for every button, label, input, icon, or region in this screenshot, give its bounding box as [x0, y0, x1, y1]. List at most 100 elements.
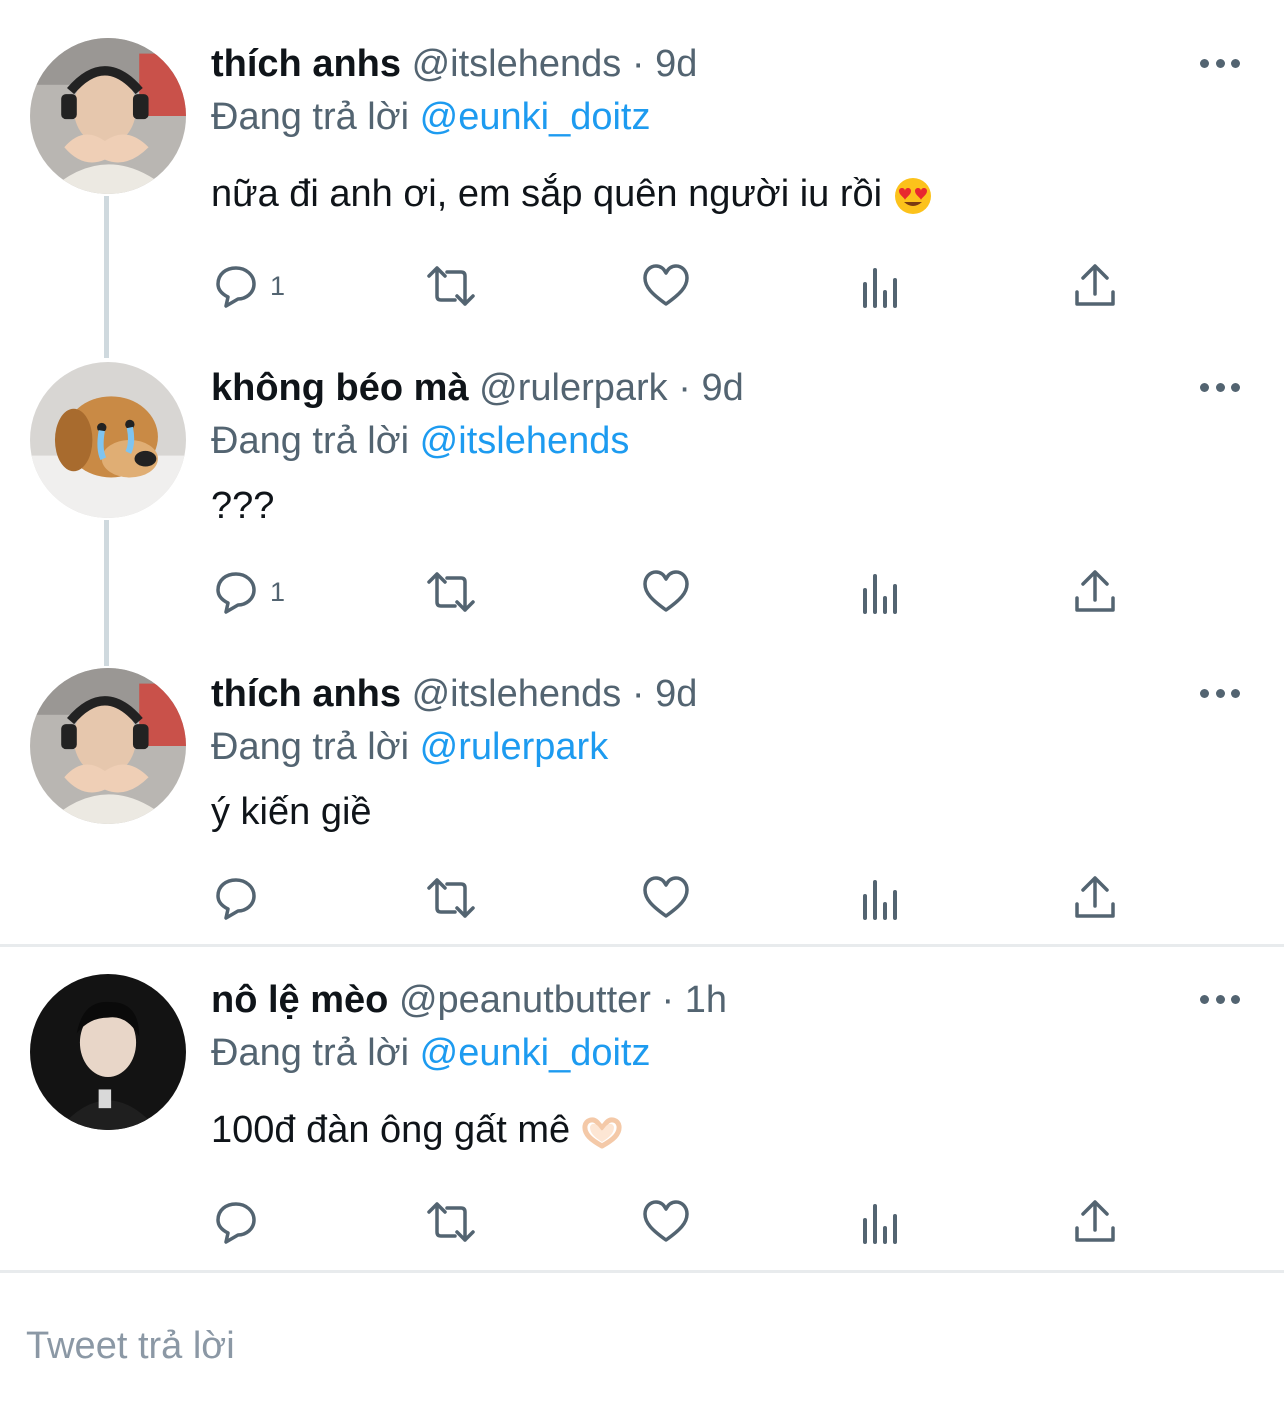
timestamp[interactable]: 9d: [655, 43, 697, 85]
reply-icon: [216, 266, 256, 308]
views-button[interactable]: [857, 256, 905, 316]
replying-to-label: Đang trả lời: [211, 1032, 410, 1074]
display-name[interactable]: nô lệ mèo: [211, 979, 388, 1021]
timestamp[interactable]: 1h: [685, 979, 727, 1021]
tweet-text: nữa đi anh ơi, em sắp quên người iu rồi: [211, 170, 933, 218]
username[interactable]: @peanutbutter: [399, 979, 651, 1021]
display-name[interactable]: thích anhs: [211, 673, 401, 715]
tweet-header: thích anhs @itslehends · 9d: [211, 670, 697, 718]
separator: ·: [631, 673, 645, 715]
share-button[interactable]: [1071, 256, 1119, 316]
avatar[interactable]: [30, 974, 186, 1130]
reply-button[interactable]: 1: [212, 256, 285, 316]
heart-icon: [643, 264, 689, 306]
like-button[interactable]: [642, 1192, 690, 1252]
separator: ·: [678, 367, 691, 409]
retweet-button[interactable]: [427, 562, 475, 622]
mention-link[interactable]: @eunki_doitz: [420, 1032, 651, 1074]
mention-link[interactable]: @eunki_doitz: [420, 96, 651, 138]
mention-link[interactable]: @itslehends: [420, 420, 630, 462]
heart-icon: [643, 1200, 689, 1242]
heart-icon: [643, 570, 689, 612]
replying-to: Đang trả lời @rulerpark: [211, 723, 608, 771]
tweet-header: thích anhs @itslehends · 9d: [211, 40, 697, 88]
reply-compose-input[interactable]: Tweet trả lời: [26, 1322, 235, 1370]
replying-to: Đang trả lời @eunki_doitz: [211, 93, 651, 141]
analytics-icon: [863, 574, 897, 614]
reply-button[interactable]: 1: [212, 562, 285, 622]
heart-icon: [643, 876, 689, 918]
username[interactable]: @rulerpark: [479, 367, 668, 409]
retweet-button[interactable]: [427, 868, 475, 928]
share-icon: [1075, 570, 1115, 612]
more-options-icon[interactable]: [1200, 678, 1240, 708]
tweet-text: ???: [211, 482, 274, 530]
tweet[interactable]: thích anhs @itslehends · 9d Đang trả lời…: [0, 0, 1284, 340]
tweet[interactable]: không béo mà @rulerpark · 9d Đang trả lờ…: [0, 324, 1284, 644]
reply-icon: [216, 572, 256, 614]
crying-dog-avatar-image: [30, 362, 186, 518]
timestamp[interactable]: 9d: [701, 367, 743, 409]
analytics-icon: [863, 1204, 897, 1244]
tweet-text-body: nữa đi anh ơi, em sắp quên người iu rồi: [211, 173, 883, 215]
like-button[interactable]: [642, 256, 690, 316]
share-button[interactable]: [1071, 562, 1119, 622]
display-name[interactable]: thích anhs: [211, 43, 401, 85]
timestamp[interactable]: 9d: [655, 673, 697, 715]
views-button[interactable]: [857, 562, 905, 622]
tweet[interactable]: thích anhs @itslehends · 9d Đang trả lời…: [0, 630, 1284, 946]
heart-hands-emoji: [582, 1117, 622, 1149]
tweet-text: ý kiến giề: [211, 788, 372, 836]
reply-icon: [216, 878, 256, 920]
replying-to-label: Đang trả lời: [211, 420, 410, 462]
username[interactable]: @itslehends: [412, 673, 622, 715]
avatar[interactable]: [30, 362, 186, 518]
tweet-actions: 1: [0, 256, 1284, 316]
like-button[interactable]: [642, 562, 690, 622]
heart-eyes-emoji: [894, 177, 931, 214]
like-button[interactable]: [642, 868, 690, 928]
views-button[interactable]: [857, 1192, 905, 1252]
replying-to-label: Đang trả lời: [211, 726, 410, 768]
retweet-icon: [427, 1202, 475, 1242]
replying-to: Đang trả lời @itslehends: [211, 417, 629, 465]
avatar[interactable]: [30, 38, 186, 194]
reply-button[interactable]: [212, 868, 270, 928]
retweet-button[interactable]: [427, 256, 475, 316]
tweet-actions: [0, 1192, 1284, 1252]
reply-count: 1: [270, 576, 286, 607]
share-icon: [1075, 876, 1115, 918]
tweet-text-body: ý kiến giề: [211, 791, 372, 833]
retweet-icon: [427, 572, 475, 612]
tweet-actions: [0, 868, 1284, 928]
share-icon: [1075, 264, 1115, 306]
analytics-icon: [863, 268, 897, 308]
replying-to: Đang trả lời @eunki_doitz: [211, 1029, 651, 1077]
reply-icon: [216, 1202, 256, 1244]
tweet-header: nô lệ mèo @peanutbutter · 1h: [211, 976, 727, 1024]
reply-button[interactable]: [212, 1192, 270, 1252]
share-button[interactable]: [1071, 1192, 1119, 1252]
analytics-icon: [863, 880, 897, 920]
tweet-text-body: 100đ đàn ông gất mê: [211, 1109, 571, 1151]
tweet-header: không béo mà @rulerpark · 9d: [211, 364, 744, 412]
avatar[interactable]: [30, 668, 186, 824]
separator: ·: [661, 979, 675, 1021]
tweet-actions: 1: [0, 562, 1284, 622]
share-button[interactable]: [1071, 868, 1119, 928]
tweet[interactable]: nô lệ mèo @peanutbutter · 1h Đang trả lờ…: [0, 936, 1284, 1268]
mention-link[interactable]: @rulerpark: [420, 726, 609, 768]
boy-heart-hands-avatar-image: [30, 38, 186, 194]
more-options-icon[interactable]: [1200, 372, 1240, 402]
retweet-button[interactable]: [427, 1192, 475, 1252]
reply-placeholder: Tweet trả lời: [26, 1325, 235, 1367]
username[interactable]: @itslehends: [412, 43, 622, 85]
reply-count: 1: [270, 270, 286, 301]
more-options-icon[interactable]: [1200, 48, 1240, 78]
views-button[interactable]: [857, 868, 905, 928]
tweet-text: 100đ đàn ông gất mê: [211, 1106, 623, 1154]
dark-portrait-avatar-image: [30, 974, 186, 1130]
more-options-icon[interactable]: [1200, 984, 1240, 1014]
display-name[interactable]: không béo mà: [211, 367, 469, 409]
tweet-text-body: ???: [211, 485, 275, 527]
